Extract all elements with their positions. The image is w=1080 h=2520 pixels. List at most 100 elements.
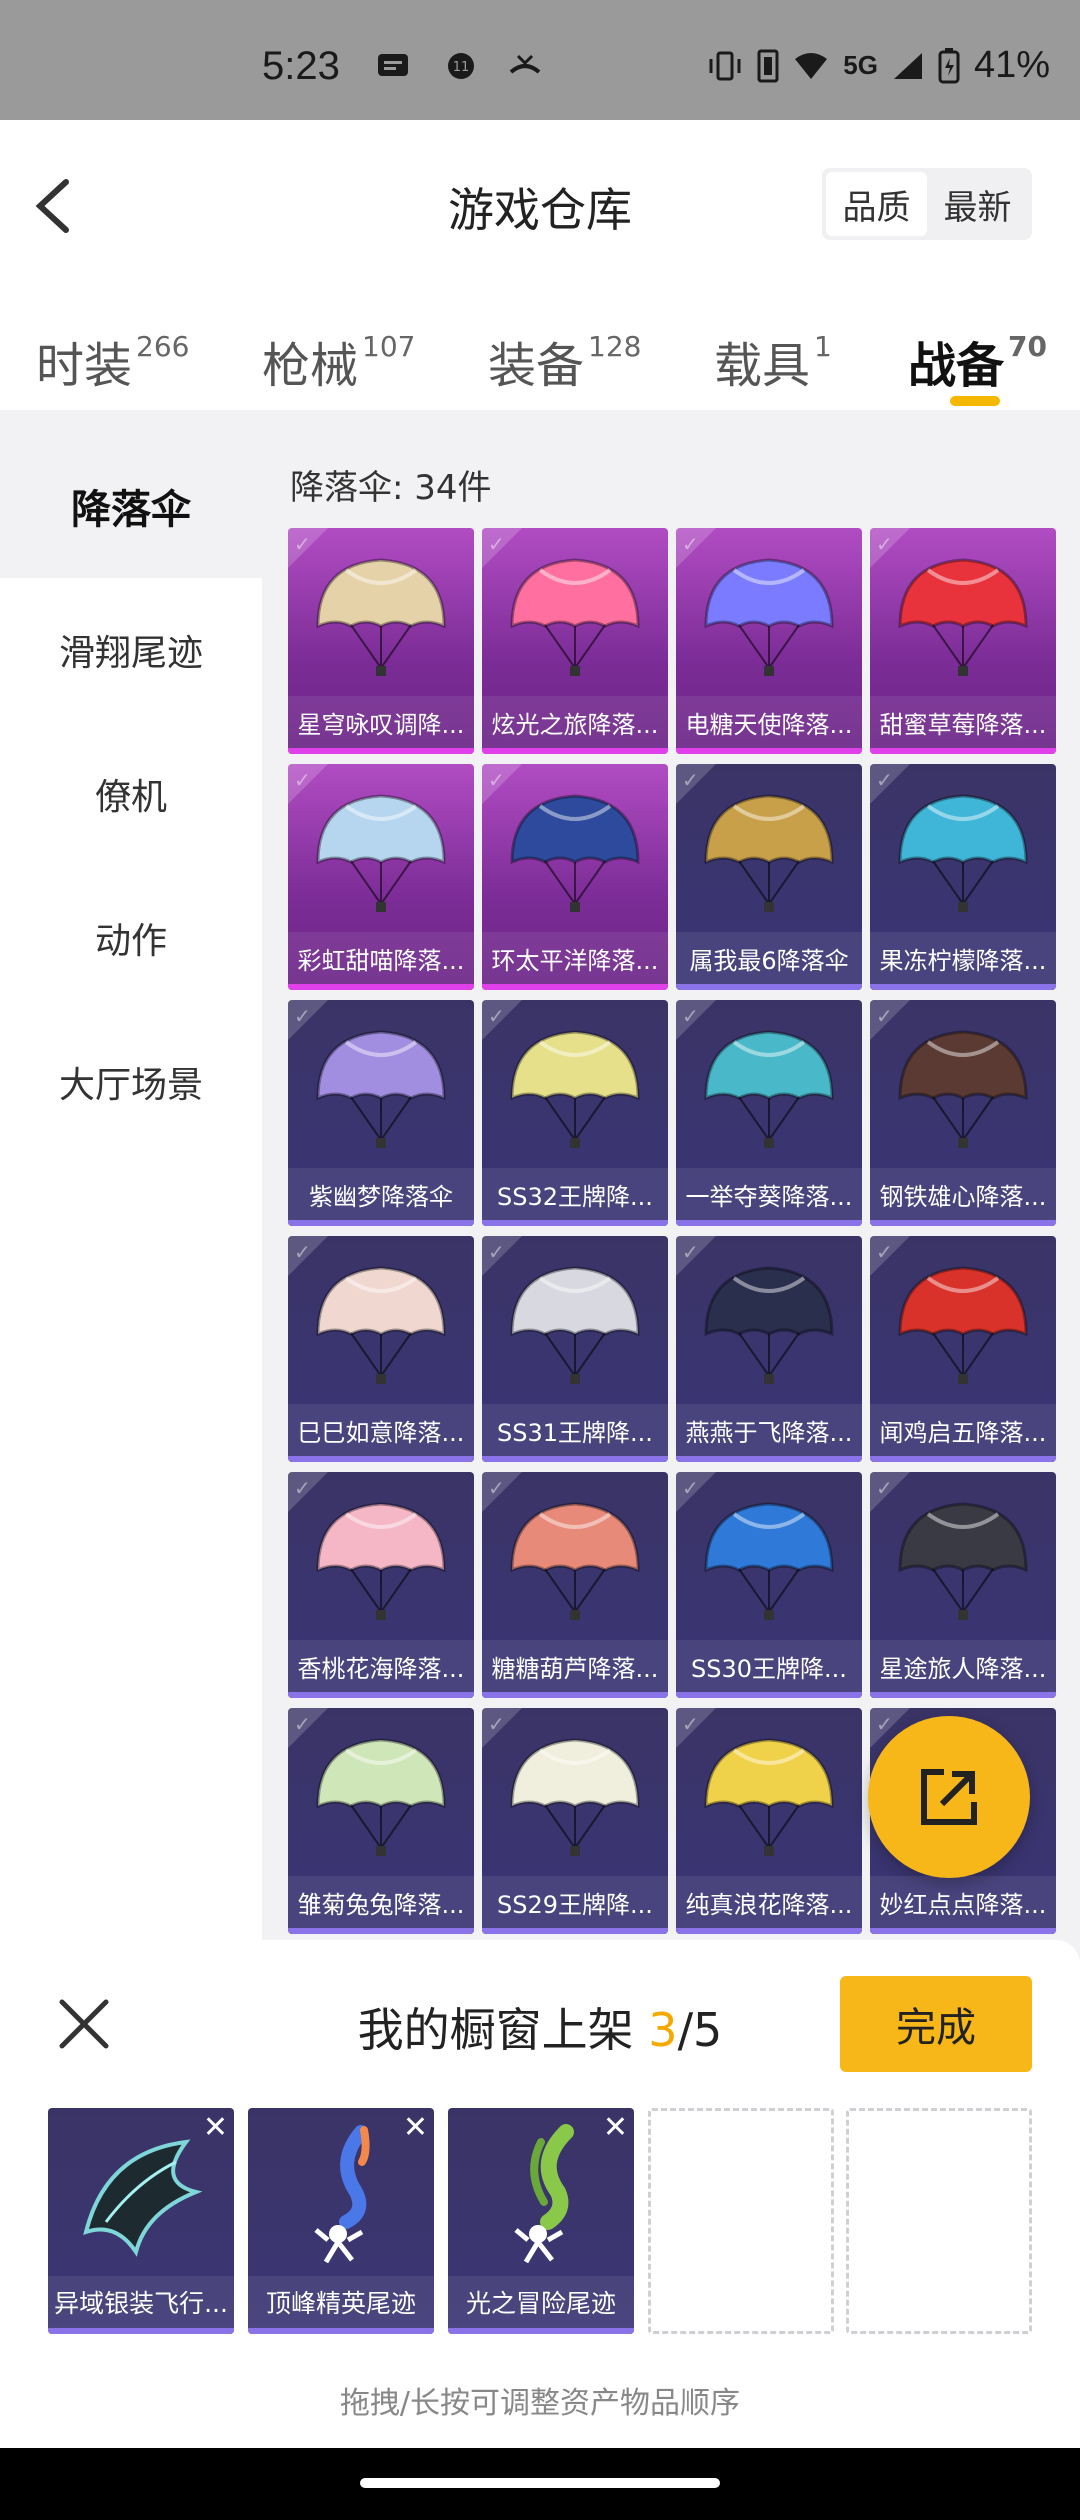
trail-green-icon	[514, 2124, 574, 2264]
parachute-card[interactable]: ✓ 紫幽梦降落伞	[288, 1000, 474, 1226]
parachute-name: 雏菊兔兔降落...	[288, 1876, 474, 1928]
remove-slot-2-icon[interactable]: ✕	[403, 2110, 428, 2145]
parachute-icon	[316, 1030, 446, 1148]
parachute-name: SS31王牌降...	[482, 1404, 668, 1456]
sort-toggle[interactable]: 品质 最新	[822, 168, 1032, 240]
signal-icon	[893, 52, 922, 79]
parachute-icon	[510, 558, 640, 676]
sidebar: 降落伞 滑翔尾迹 僚机 动作 大厅场景	[0, 434, 262, 2014]
parachute-icon	[316, 1738, 446, 1856]
parachute-name: 果冻柠檬降落...	[870, 932, 1056, 984]
status-bar: 5:23 11 5G 41%	[0, 0, 1080, 120]
tab-equipment[interactable]: 装备 128	[488, 326, 641, 396]
parachute-card[interactable]: ✓ 彩虹甜喵降落...	[288, 764, 474, 990]
sidebar-item-emote[interactable]: 动作	[0, 866, 262, 1010]
sidebar-item-lobby-scene[interactable]: 大厅场景	[0, 1010, 262, 1154]
showcase-slot-1[interactable]: ✕ 异域银装飞行...	[48, 2108, 234, 2334]
parachute-name: 钢铁雄心降落...	[870, 1168, 1056, 1220]
remove-slot-3-icon[interactable]: ✕	[603, 2110, 628, 2145]
missed-call-icon	[509, 54, 541, 74]
parachute-card[interactable]: ✓ 电糖天使降落...	[676, 528, 862, 754]
parachute-name: 纯真浪花降落...	[676, 1876, 862, 1928]
grid-title: 降落伞: 34件	[290, 468, 492, 508]
parachute-icon	[510, 1502, 640, 1620]
parachute-card[interactable]: ✓ SS29王牌降...	[482, 1708, 668, 1934]
showcase-slot-3[interactable]: ✕ 光之冒险尾迹	[448, 2108, 634, 2334]
showcase-slot-5-empty[interactable]	[846, 2108, 1032, 2334]
remove-slot-1-icon[interactable]: ✕	[203, 2110, 228, 2145]
parachute-card[interactable]: ✓ 星穹咏叹调降...	[288, 528, 474, 754]
parachute-icon	[898, 794, 1028, 912]
parachute-icon	[704, 1266, 834, 1384]
parachute-card[interactable]: ✓ 炫光之旅降落...	[482, 528, 668, 754]
parachute-card[interactable]: ✓ 星途旅人降落...	[870, 1472, 1056, 1698]
parachute-card[interactable]: ✓ 属我最6降落伞	[676, 764, 862, 990]
parachute-card[interactable]: ✓ 雏菊兔兔降落...	[288, 1708, 474, 1934]
showcase-hint: 拖拽/长按可调整资产物品顺序	[339, 2386, 741, 2421]
parachute-card[interactable]: ✓ SS31王牌降...	[482, 1236, 668, 1462]
done-button[interactable]: 完成	[840, 1976, 1032, 2072]
parachute-name: 燕燕于飞降落...	[676, 1404, 862, 1456]
sort-option-newest[interactable]: 最新	[927, 172, 1028, 236]
parachute-name: 巳巳如意降落...	[288, 1404, 474, 1456]
parachute-card[interactable]: ✓ 闻鸡启五降落...	[870, 1236, 1056, 1462]
tab-battle-gear[interactable]: 战备 70	[908, 326, 1047, 396]
wifi-icon	[795, 52, 828, 79]
parachute-card[interactable]: ✓ 一举夺葵降落...	[676, 1000, 862, 1226]
sidebar-item-glide-trail[interactable]: 滑翔尾迹	[0, 578, 262, 722]
nfc-icon	[757, 49, 779, 82]
parachute-card[interactable]: ✓ 糖糖葫芦降落...	[482, 1472, 668, 1698]
share-button[interactable]	[868, 1716, 1030, 1878]
sort-option-quality[interactable]: 品质	[826, 172, 927, 236]
parachute-card[interactable]: ✓ 巳巳如意降落...	[288, 1236, 474, 1462]
parachute-name: 星途旅人降落...	[870, 1640, 1056, 1692]
parachute-icon	[898, 1502, 1028, 1620]
parachute-icon	[316, 558, 446, 676]
sidebar-item-wingman[interactable]: 僚机	[0, 722, 262, 866]
parachute-name: 甜蜜草莓降落...	[870, 696, 1056, 748]
slot-label: 异域银装飞行...	[48, 2276, 234, 2328]
parachute-name: 一举夺葵降落...	[676, 1168, 862, 1220]
slot-label: 光之冒险尾迹	[448, 2276, 634, 2328]
network-label: 5G	[843, 50, 878, 80]
trail-blue-icon	[314, 2125, 370, 2264]
showcase-slot-4-empty[interactable]	[648, 2108, 834, 2334]
parachute-card[interactable]: ✓ 香桃花海降落...	[288, 1472, 474, 1698]
parachute-name: 环太平洋降落...	[482, 932, 668, 984]
parachute-card[interactable]: ✓ 燕燕于飞降落...	[676, 1236, 862, 1462]
parachute-name: 紫幽梦降落伞	[288, 1168, 474, 1220]
battery-level: 41%	[973, 44, 1050, 86]
parachute-card[interactable]: ✓ SS32王牌降...	[482, 1000, 668, 1226]
showcase-slot-2[interactable]: ✕ 顶峰精英尾迹	[248, 2108, 434, 2334]
parachute-icon	[510, 1030, 640, 1148]
home-handle[interactable]	[360, 2478, 720, 2488]
parachute-card[interactable]: ✓ 环太平洋降落...	[482, 764, 668, 990]
parachute-icon	[510, 1738, 640, 1856]
parachute-icon	[316, 1266, 446, 1384]
tab-fashion[interactable]: 时装 266	[36, 326, 189, 396]
sidebar-item-parachute[interactable]: 降落伞	[0, 434, 262, 578]
tab-guns[interactable]: 枪械 107	[262, 326, 415, 396]
parachute-card[interactable]: ✓ 纯真浪花降落...	[676, 1708, 862, 1934]
parachute-icon	[510, 1266, 640, 1384]
parachute-icon	[898, 1266, 1028, 1384]
parachute-icon	[898, 558, 1028, 676]
tab-vehicles[interactable]: 载具 1	[714, 326, 832, 396]
parachute-name: 糖糖葫芦降落...	[482, 1640, 668, 1692]
parachute-name: 妙红点点降落...	[870, 1876, 1056, 1928]
parachute-name: 彩虹甜喵降落...	[288, 932, 474, 984]
parachute-name: 星穹咏叹调降...	[288, 696, 474, 748]
glider-wing-icon	[83, 2139, 203, 2257]
parachute-icon	[704, 1502, 834, 1620]
parachute-name: SS32王牌降...	[482, 1168, 668, 1220]
vibrate-icon	[709, 51, 741, 80]
parachute-card[interactable]: ✓ 甜蜜草莓降落...	[870, 528, 1056, 754]
parachute-card[interactable]: ✓ 钢铁雄心降落...	[870, 1000, 1056, 1226]
parachute-name: 闻鸡启五降落...	[870, 1404, 1056, 1456]
parachute-card[interactable]: ✓ 果冻柠檬降落...	[870, 764, 1056, 990]
parachute-icon	[316, 1502, 446, 1620]
share-icon	[921, 1769, 977, 1825]
svg-text:11: 11	[453, 60, 470, 75]
parachute-name: 电糖天使降落...	[676, 696, 862, 748]
parachute-card[interactable]: ✓ SS30王牌降...	[676, 1472, 862, 1698]
